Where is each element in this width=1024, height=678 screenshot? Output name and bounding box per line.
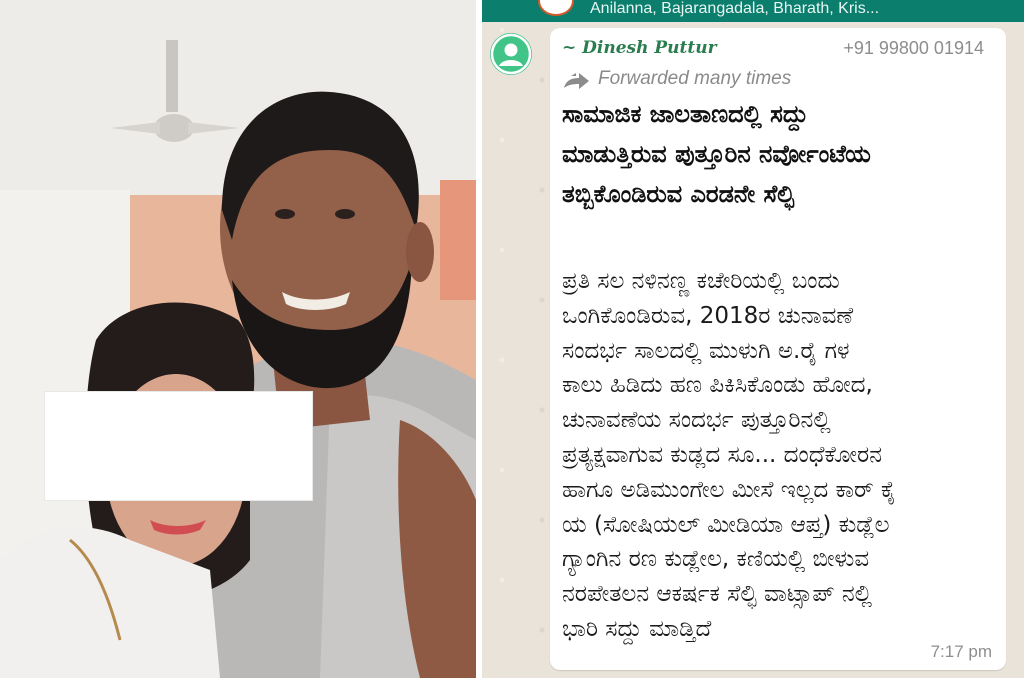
group-avatar-icon[interactable]	[538, 0, 574, 16]
sender-name[interactable]: ~ Dinesh Puttur	[562, 38, 717, 58]
whatsapp-chat-screenshot: Anilanna, Bajarangadala, Bharath, Kris..…	[482, 0, 1024, 678]
body-line: ಪ್ರತಿ ಸಲ ನಳಿನಣ್ಣ ಕಚೇರಿಯಲ್ಲಿ ಬಂದು	[562, 268, 840, 294]
body-line: ನರಪೇತಲನ ಆಕರ್ಷಕ ಸೆಲ್ಫಿ ವಾಟ್ಸಾಪ್ ನಲ್ಲಿ	[562, 581, 873, 608]
body-line: ಯ (ಸೋಷಿಯಲ್ ಮೀಡಿಯಾ ಆಪ್ತ) ಕುಡ್ಲೆಲ	[562, 511, 890, 538]
body-line: ಪ್ರತ್ಯಕ್ಷವಾಗುವ ಕುಡ್ಲದ ಸೂ... ದಂಧೆಕೋರನ	[562, 441, 883, 468]
message-timestamp: 7:17 pm	[930, 642, 992, 661]
selfie-photo	[0, 0, 476, 678]
chat-header[interactable]: Anilanna, Bajarangadala, Bharath, Kris..…	[482, 0, 1024, 22]
body-line: ಹಾಗೂ ಅಡಿಮುಂಗೇಲ ಮೀಸೆ ಇಲ್ಲದ ಕಾರ್ ಕೈ	[562, 476, 897, 503]
body-line: ಚುನಾವಣೆಯ ಸಂದರ್ಭ ಪುತ್ತೂರಿನಲ್ಲಿ	[562, 407, 831, 434]
message-bubble[interactable]: ~ Dinesh Puttur +91 99800 01914 Forwarde…	[550, 28, 1006, 670]
selfie-illustration	[0, 0, 476, 678]
group-members-list[interactable]: Anilanna, Bajarangadala, Bharath, Kris..…	[590, 0, 879, 22]
body-line: ಸಂದರ್ಭ ಸಾಲದಲ್ಲಿ ಮುಳುಗಿ ಅ.ರೈ ಗಳ	[562, 337, 850, 364]
forwarded-label: Forwarded many times	[598, 68, 792, 89]
face-redaction-box	[44, 391, 313, 501]
forward-arrow-icon	[564, 73, 589, 89]
headline-line: ಮಾಡುತ್ತಿರುವ ಪುತ್ತೂರಿನ ನರ್ವೋಂಟೆಯ	[562, 140, 871, 168]
body-line: ಗ್ಯಾಂಗಿನ ರಣ ಕುಡ್ಲೇಲ, ಕಣಿಯಲ್ಲಿ ಬೀಳುವ	[562, 546, 870, 573]
message-headline: ಸಾಮಾಜಿಕ ಜಾಲತಾಣದಲ್ಲಿ ಸದ್ದು ಮಾಡುತ್ತಿರುವ ಪು…	[562, 94, 998, 214]
message-body: ಪ್ರತಿ ಸಲ ನಳಿನಣ್ಣ ಕಚೇರಿಯಲ್ಲಿ ಬಂದು ಒಂಗಿಕೊಂ…	[562, 264, 998, 647]
body-line: ಕಾಲು ಹಿಡಿದು ಹಣ ಪಿಕಿಸಿಕೊಂಡು ಹೋದ,	[562, 372, 873, 399]
headline-line: ಸಾಮಾಜಿಕ ಜಾಲತಾಣದಲ್ಲಿ ಸದ್ದು	[562, 100, 809, 128]
default-user-icon[interactable]	[490, 33, 532, 75]
user-silhouette-icon	[490, 33, 532, 75]
sender-phone[interactable]: +91 99800 01914	[843, 38, 984, 59]
body-line: ಒಂಗಿಕೊಂಡಿರುವ, 2018ರ ಚುನಾವಣೆ	[562, 302, 854, 329]
headline-line: ತಬ್ಬಿಕೊಂಡಿರುವ ಎರಡನೇ ಸೆಲ್ಫಿ	[562, 180, 795, 208]
